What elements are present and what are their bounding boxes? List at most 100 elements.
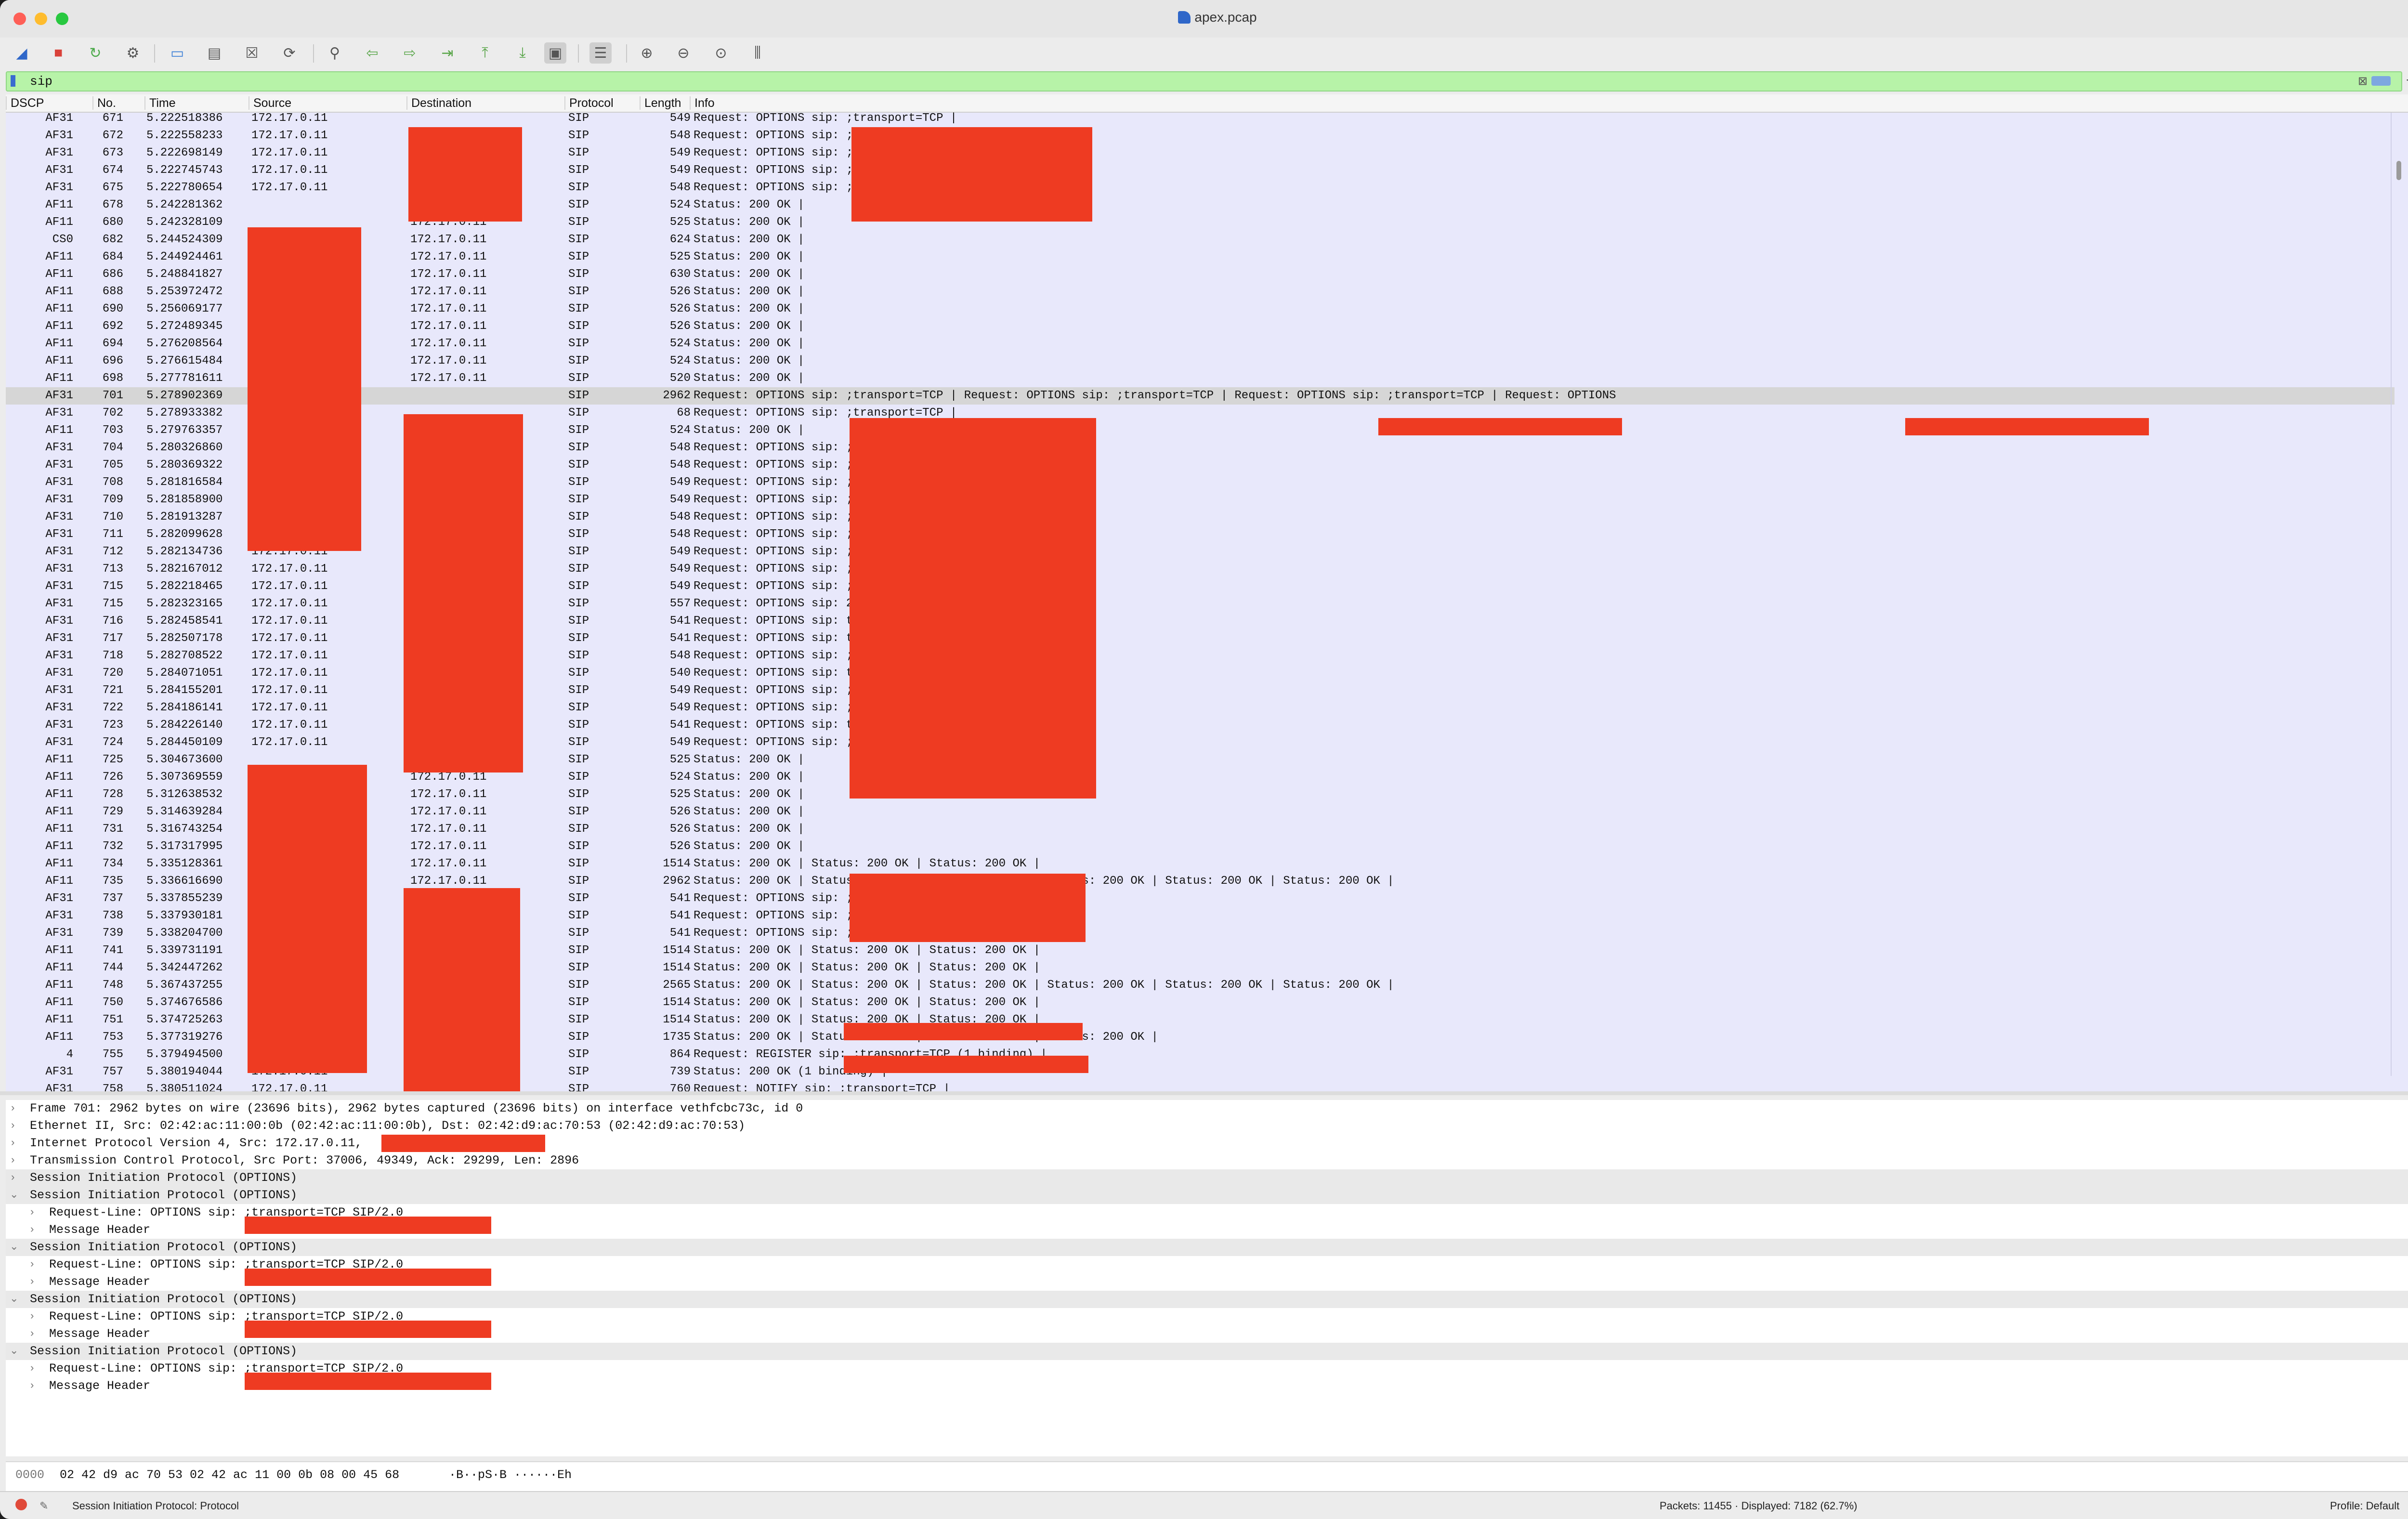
edit-comment-icon[interactable]: ✎ — [39, 1500, 48, 1512]
packet-row[interactable]: AF31 715 5.282218465 172.17.0.11 SIP 549 Reque… — [6, 578, 2395, 595]
find-icon[interactable]: ⚲ — [324, 42, 346, 64]
packet-row[interactable]: AF31 722 5.284186141 172.17.0.11 SIP 549 Reque… — [6, 699, 2395, 717]
detail-line[interactable]: › Internet Protocol Version 4, Src: 172.1… — [6, 1135, 2408, 1152]
chevron-right-icon[interactable]: › — [10, 1100, 16, 1117]
last-packet-icon[interactable]: ⤓ — [511, 42, 534, 64]
packet-row[interactable]: AF11 694 5.276208564 172.17.0.11 SIP 524 Statu… — [6, 335, 2395, 353]
zoom-in-icon[interactable]: ⊕ — [636, 42, 658, 64]
packet-row[interactable]: AF31 717 5.282507178 172.17.0.11 SIP 541 Reque… — [6, 630, 2395, 647]
scrollbar-thumb[interactable] — [2396, 161, 2401, 180]
colorize-icon[interactable]: ☰ — [589, 42, 612, 64]
column-header-time[interactable]: Time — [144, 96, 249, 110]
packet-row[interactable]: AF11 684 5.244924461 172.17.0.11 SIP 525 Statu… — [6, 249, 2395, 266]
reload-icon[interactable]: ⟳ — [278, 42, 301, 64]
zoom-out-icon[interactable]: ⊖ — [672, 42, 694, 64]
detail-line[interactable]: ⌄ Session Initiation Protocol (OPTIONS) — [6, 1343, 2408, 1360]
packet-row[interactable]: AF31 721 5.284155201 172.17.0.11 SIP 549 Reque… — [6, 682, 2395, 699]
packet-row[interactable]: AF116785.242281362172.17.0.11SIP524Statu… — [6, 196, 2395, 214]
chevron-right-icon[interactable]: › — [29, 1325, 35, 1343]
packet-row[interactable]: AF11 680 5.242328109 172.17.0.11 SIP 525 Statu… — [6, 214, 2395, 231]
restart-icon[interactable]: ↻ — [84, 42, 106, 64]
chevron-right-icon[interactable]: › — [29, 1221, 35, 1239]
packet-row[interactable]: AF31 674 5.222745743 172.17.0.11 SIP 549 Reque… — [6, 162, 2395, 179]
packet-row[interactable]: AF31 712 5.282134736 172.17.0.11 SIP 549 Reque… — [6, 543, 2395, 561]
chevron-right-icon[interactable]: › — [29, 1256, 35, 1273]
expert-info-icon[interactable] — [15, 1499, 27, 1510]
chevron-right-icon[interactable]: › — [29, 1308, 35, 1325]
detail-line[interactable]: ⌄ Session Initiation Protocol (OPTIONS) — [6, 1291, 2408, 1308]
packet-row[interactable]: AF11 698 5.277781611 172.17.0.11 SIP 520 Statu… — [6, 370, 2395, 387]
detail-line[interactable]: ⌄ Session Initiation Protocol (OPTIONS) — [6, 1187, 2408, 1204]
packet-row[interactable]: AF31 758 5.380511024 172.17.0.11 SIP 760 Reque… — [6, 1081, 2395, 1091]
packet-row[interactable]: AF31 675 5.222780654 172.17.0.11 SIP 548 Reque… — [6, 179, 2395, 196]
packet-row[interactable]: AF31 720 5.284071051 172.17.0.11 SIP 540 Reque… — [6, 665, 2395, 682]
auto-scroll-icon[interactable]: ▣ — [544, 42, 566, 64]
packet-row[interactable]: AF31 713 5.282167012 172.17.0.11 SIP 549 Reque… — [6, 561, 2395, 578]
packet-row[interactable]: AF11 696 5.276615484 172.17.0.11 SIP 524 Statu… — [6, 353, 2395, 370]
packet-row[interactable]: AF317045.280326860172.17.0.11SIP548Reque… — [6, 439, 2395, 457]
detail-line[interactable]: › Ethernet II, Src: 02:42:ac:11:00:0b (02… — [6, 1117, 2408, 1135]
packet-list-scrollbar[interactable] — [2391, 113, 2408, 1076]
detail-line[interactable]: › Transmission Control Protocol, Src Port… — [6, 1152, 2408, 1169]
save-icon[interactable]: ▤ — [203, 42, 225, 64]
packet-row[interactable]: AF317095.281858900172.17.0.11SIP549Reque… — [6, 491, 2395, 509]
packet-row[interactable]: AF317085.281816584172.17.0.11SIP549Reque… — [6, 474, 2395, 491]
stop-icon[interactable]: ■ — [47, 42, 69, 64]
packet-row[interactable]: AF31 715 5.282323165 172.17.0.11 SIP 557 Reque… — [6, 595, 2395, 613]
bookmark-icon[interactable] — [11, 75, 15, 87]
normal-size-icon[interactable]: ⊙ — [710, 42, 732, 64]
chevron-right-icon[interactable]: › — [29, 1273, 35, 1291]
column-header-dscp[interactable]: DSCP — [6, 96, 92, 110]
packet-row[interactable]: AF11 692 5.272489345 172.17.0.11 SIP 526 Statu… — [6, 318, 2395, 335]
close-file-icon[interactable]: ☒ — [241, 42, 263, 64]
column-header-length[interactable]: Length — [640, 96, 690, 110]
shark-fin-icon[interactable]: ◢ — [11, 42, 33, 64]
packet-row[interactable]: AF11 690 5.256069177 172.17.0.11 SIP 526 Statu… — [6, 301, 2395, 318]
chevron-right-icon[interactable]: › — [10, 1117, 16, 1135]
clear-filter-icon[interactable]: ⊠ — [2358, 74, 2368, 89]
column-header-destination[interactable]: Destination — [406, 96, 564, 110]
packet-row[interactable]: AF31 724 5.284450109 172.17.0.11 SIP 549 Reque… — [6, 734, 2395, 751]
pane-splitter[interactable] — [0, 1091, 2408, 1095]
chevron-right-icon[interactable]: › — [29, 1360, 35, 1377]
chevron-down-icon[interactable]: ⌄ — [10, 1291, 18, 1308]
chevron-right-icon[interactable]: › — [10, 1152, 16, 1169]
forward-arrow-icon[interactable]: ⇨ — [399, 42, 421, 64]
packet-row[interactable]: AF31 716 5.282458541 172.17.0.11 SIP 541 Reque… — [6, 613, 2395, 630]
packet-row[interactable]: AF317055.280369322172.17.0.11SIP548Reque… — [6, 457, 2395, 474]
detail-line[interactable]: › Frame 701: 2962 bytes on wire (23696 bi… — [6, 1100, 2408, 1117]
chevron-right-icon[interactable]: › — [29, 1377, 35, 1395]
options-gear-icon[interactable]: ⚙ — [122, 42, 144, 64]
status-profile[interactable]: Profile: Default — [2330, 1500, 2399, 1512]
packet-row[interactable]: AF31 673 5.222698149 172.17.0.11 SIP 549 Reque… — [6, 144, 2395, 162]
packet-row[interactable]: AF11 688 5.253972472 172.17.0.11 SIP 526 Statu… — [6, 283, 2395, 301]
chevron-down-icon[interactable]: ⌄ — [10, 1343, 18, 1360]
column-header-no[interactable]: No. — [92, 96, 144, 110]
apply-filter-icon[interactable] — [2371, 76, 2391, 86]
chevron-down-icon[interactable]: ⌄ — [10, 1239, 18, 1256]
packet-row[interactable]: AF11 686 5.248841827 172.17.0.11 SIP 630 Statu… — [6, 266, 2395, 283]
add-filter-button-icon[interactable]: + — [2406, 71, 2408, 89]
resize-columns-icon[interactable]: ⫼ — [746, 42, 769, 64]
packet-row[interactable]: AF31 718 5.282708522 172.17.0.11 SIP 548 Reque… — [6, 647, 2395, 665]
back-arrow-icon[interactable]: ⇦ — [361, 42, 383, 64]
packet-row[interactable]: AF31 672 5.222558233 172.17.0.11 SIP 548 Reque… — [6, 127, 2395, 144]
detail-line[interactable]: › Session Initiation Protocol (OPTIONS) — [6, 1169, 2408, 1187]
packet-row[interactable]: CS0 682 5.244524309 172.17.0.11 SIP 624 Status… — [6, 231, 2395, 249]
open-folder-icon[interactable]: ▭ — [166, 42, 188, 64]
chevron-right-icon[interactable]: › — [10, 1135, 16, 1152]
chevron-right-icon[interactable]: › — [29, 1204, 35, 1221]
packet-row[interactable]: AF31 671 5.222518386 172.17.0.11 SIP 549 Reque… — [6, 110, 2395, 127]
chevron-right-icon[interactable]: › — [10, 1169, 16, 1187]
column-header-info[interactable]: Info — [690, 96, 2385, 110]
chevron-down-icon[interactable]: ⌄ — [10, 1187, 18, 1204]
go-to-packet-icon[interactable]: ⇥ — [436, 42, 458, 64]
display-filter-bar[interactable]: sip ⊠ — [6, 71, 2402, 92]
packet-row[interactable]: AF317115.282099628172.17.0.11SIP548Reque… — [6, 526, 2395, 543]
display-filter-input[interactable]: sip — [30, 74, 52, 89]
column-header-source[interactable]: Source — [249, 96, 406, 110]
column-header-protocol[interactable]: Protocol — [564, 96, 640, 110]
first-packet-icon[interactable]: ⤒ — [474, 42, 496, 64]
detail-line[interactable]: ⌄ Session Initiation Protocol (OPTIONS) — [6, 1239, 2408, 1256]
packet-row[interactable]: AF31 701 5.278902369 SIP 2962 Request: OPTION… — [6, 387, 2395, 405]
